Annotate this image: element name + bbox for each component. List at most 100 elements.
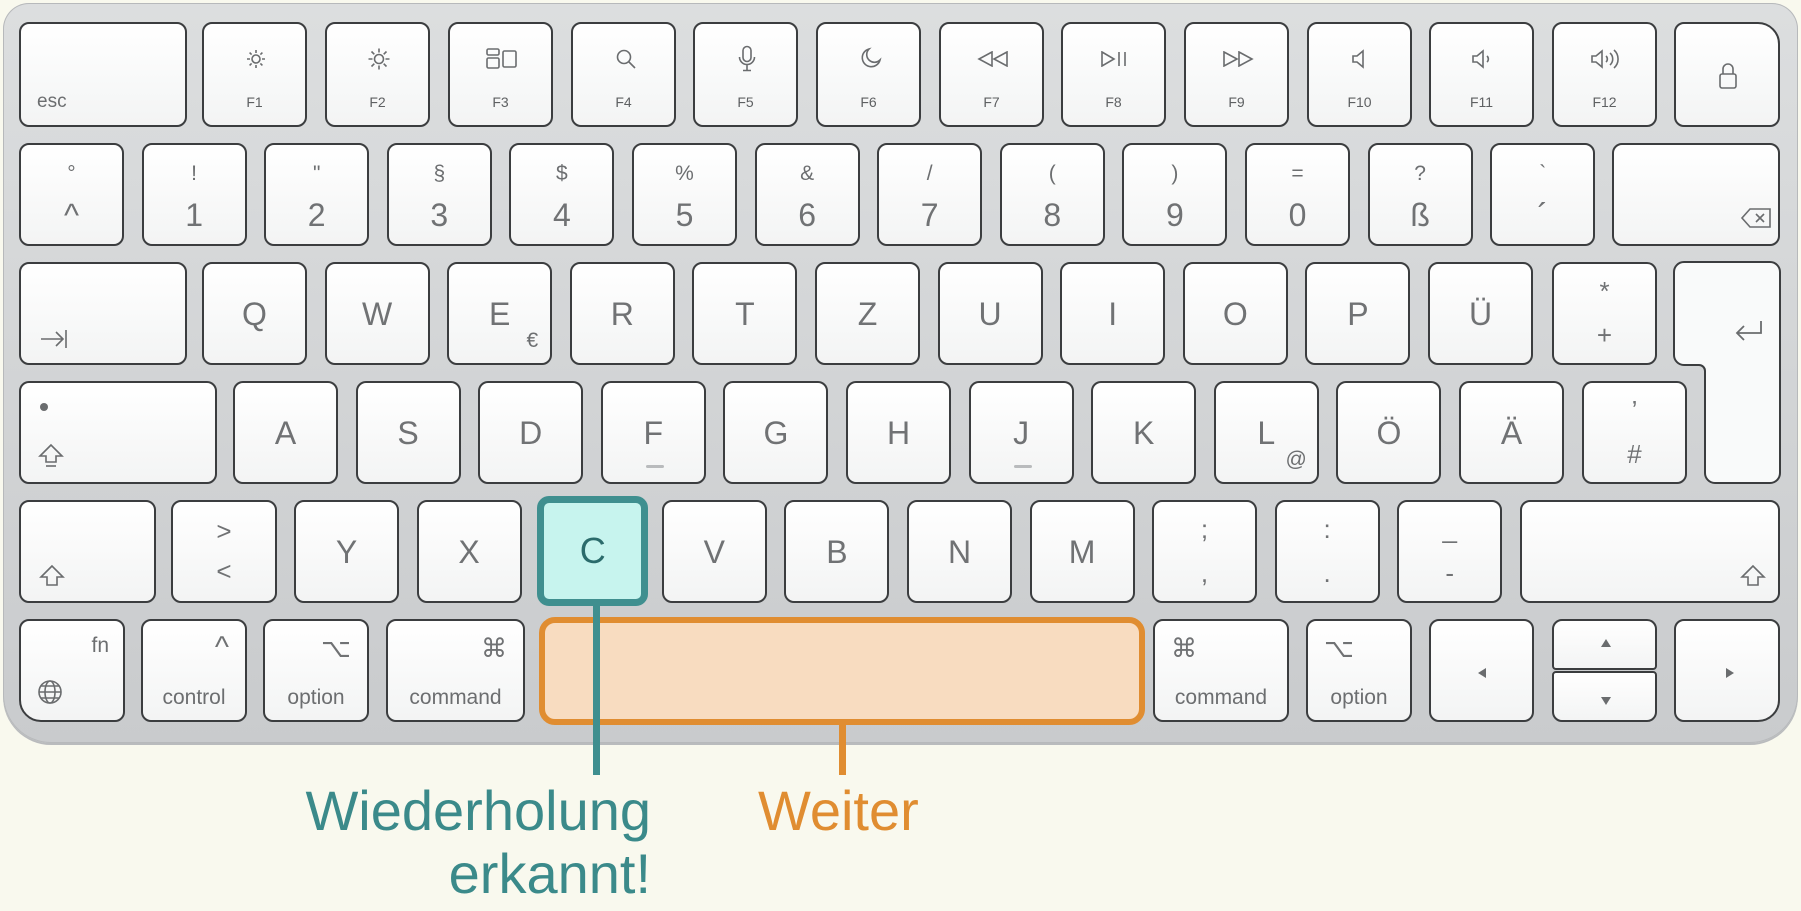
key-fn[interactable]: fn xyxy=(19,619,125,722)
key-punct-2[interactable]: _ - xyxy=(1397,500,1503,603)
key-space[interactable] xyxy=(539,617,1145,725)
key-num-12[interactable]: ` ´ xyxy=(1490,143,1596,246)
key-f3[interactable]: F3 xyxy=(448,22,553,127)
arrow-left-icon xyxy=(1478,668,1486,678)
key-num-6[interactable]: & 6 xyxy=(754,143,860,246)
key-e[interactable]: E € xyxy=(447,262,553,365)
key-f1[interactable]: F1 xyxy=(202,22,307,127)
key-punct-0[interactable]: ;, xyxy=(1152,500,1257,603)
key-f11[interactable]: F11 xyxy=(1429,22,1534,127)
key-q[interactable]: Q xyxy=(202,262,307,365)
key-f[interactable]: F xyxy=(600,381,706,484)
key-arrow-down[interactable] xyxy=(1552,671,1657,722)
key-z[interactable]: Z xyxy=(815,262,920,365)
key-f6[interactable]: F6 xyxy=(816,22,921,127)
key-label: Q xyxy=(242,296,267,332)
key-angle-bracket[interactable]: > < xyxy=(171,500,277,603)
key-backspace[interactable] xyxy=(1612,143,1780,246)
key-f9[interactable]: F9 xyxy=(1184,22,1289,127)
key-num-7[interactable]: /7 xyxy=(877,143,983,246)
key-c[interactable]: C xyxy=(537,496,649,606)
key-top-label: : xyxy=(1323,514,1331,544)
key-ü[interactable]: Ü xyxy=(1428,262,1533,365)
key-f4[interactable]: F4 xyxy=(571,22,676,127)
arrow-up-icon xyxy=(1601,639,1611,647)
key-label: F5 xyxy=(737,94,754,110)
key-num-8[interactable]: (8 xyxy=(999,143,1105,246)
key-b[interactable]: B xyxy=(784,500,890,603)
key-w[interactable]: W xyxy=(324,262,430,365)
key-arrow-right[interactable] xyxy=(1674,619,1780,722)
key-f8[interactable]: F8 xyxy=(1061,22,1166,127)
key-shift-left[interactable] xyxy=(19,500,156,603)
key-label: option xyxy=(287,686,345,709)
key-num-11[interactable]: ? ß xyxy=(1367,143,1473,246)
key-num-1[interactable]: ! 1 xyxy=(141,143,247,246)
key-option-left[interactable]: ⌥ option xyxy=(263,619,369,722)
key-tab[interactable] xyxy=(19,262,187,365)
key-g[interactable]: G xyxy=(723,381,829,484)
key-r[interactable]: R xyxy=(569,262,675,365)
key-l[interactable]: L @ xyxy=(1213,381,1319,484)
key-shift-right[interactable] xyxy=(1520,500,1780,603)
key-top-label: % xyxy=(675,162,694,185)
key-hash[interactable]: ’ # xyxy=(1582,381,1687,484)
key-i[interactable]: I xyxy=(1060,262,1166,365)
caps-lock-icon xyxy=(38,443,64,467)
key-label: F4 xyxy=(615,94,632,110)
key-a[interactable]: A xyxy=(233,381,338,484)
key-label: command xyxy=(1174,686,1268,709)
key-u[interactable]: U xyxy=(937,262,1043,365)
key-num-9[interactable]: ) 9 xyxy=(1122,143,1228,246)
key-s[interactable]: S xyxy=(355,381,461,484)
key-control[interactable]: ^ control xyxy=(141,619,247,722)
key-k[interactable]: K xyxy=(1091,381,1197,484)
key-num-4[interactable]: $4 xyxy=(509,143,615,246)
key-ö[interactable]: Ö xyxy=(1336,381,1442,484)
key-y[interactable]: Y xyxy=(294,500,399,603)
key-f12[interactable]: F12 xyxy=(1552,22,1657,127)
key-ä[interactable]: Ä xyxy=(1459,381,1564,484)
key-option-right[interactable]: ⌥ option xyxy=(1306,619,1412,722)
key-p[interactable]: P xyxy=(1305,262,1411,365)
key-t[interactable]: T xyxy=(692,262,798,365)
microphone-icon xyxy=(738,45,756,72)
key-punct-1[interactable]: :. xyxy=(1274,500,1380,603)
key-f5[interactable]: F5 xyxy=(693,22,798,127)
key-m[interactable]: M xyxy=(1029,500,1135,603)
key-v[interactable]: V xyxy=(661,500,767,603)
key-h[interactable]: H xyxy=(846,381,951,484)
key-top-label: ! xyxy=(191,162,198,185)
key-f2[interactable]: F2 xyxy=(325,22,430,127)
key-x[interactable]: X xyxy=(416,500,522,603)
key-f10[interactable]: F10 xyxy=(1307,22,1412,127)
key-label: F12 xyxy=(1592,94,1617,110)
key-lock[interactable] xyxy=(1674,22,1780,127)
key-label: E xyxy=(489,296,511,332)
key-label: F6 xyxy=(860,94,877,110)
key-o[interactable]: O xyxy=(1182,262,1288,365)
key-num-0[interactable]: ° ^ xyxy=(19,143,124,246)
key-bottom-label: 8 xyxy=(1043,197,1062,233)
key-num-2[interactable]: " 2 xyxy=(264,143,370,246)
key-j[interactable]: J xyxy=(968,381,1074,484)
key-num-3[interactable]: § 3 xyxy=(386,143,492,246)
key-esc[interactable]: esc xyxy=(19,22,187,127)
key-return[interactable] xyxy=(1673,261,1782,485)
key-n[interactable]: N xyxy=(907,500,1012,603)
key-f7[interactable]: F7 xyxy=(939,22,1044,127)
key-command-right[interactable]: ⌘ command xyxy=(1153,619,1289,722)
key-label: G xyxy=(763,415,789,451)
key-num-10[interactable]: = 0 xyxy=(1245,143,1350,246)
key-arrow-up[interactable] xyxy=(1552,619,1657,670)
command-symbol: ⌘ xyxy=(1171,633,1197,663)
key-bottom-label: 7 xyxy=(920,197,939,233)
key-d[interactable]: D xyxy=(478,381,584,484)
key-caps-lock[interactable] xyxy=(19,381,217,484)
key-bottom-label: ´ xyxy=(1537,197,1549,233)
key-plus[interactable]: * + xyxy=(1552,262,1657,365)
key-arrow-left[interactable] xyxy=(1429,619,1534,722)
key-num-5[interactable]: % 5 xyxy=(632,143,737,246)
key-label: option xyxy=(1330,686,1388,709)
key-command-left[interactable]: ⌘ command xyxy=(386,619,525,722)
